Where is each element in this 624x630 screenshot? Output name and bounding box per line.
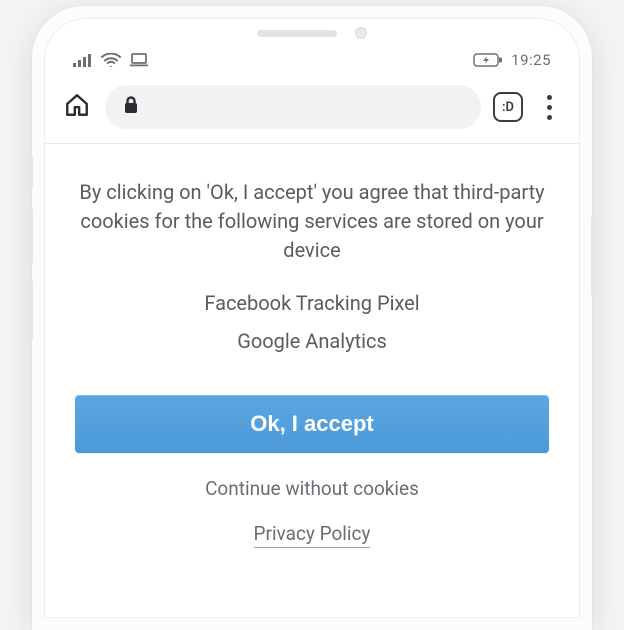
overflow-menu-button[interactable] [535, 91, 563, 124]
dots-icon [547, 95, 552, 100]
privacy-policy-link[interactable]: Privacy Policy [254, 522, 371, 548]
phone-camera [355, 27, 367, 39]
phone-power-button [591, 216, 596, 296]
wifi-icon [101, 53, 121, 67]
tabs-button[interactable]: :D [493, 92, 523, 122]
signal-icon [73, 53, 93, 67]
accept-button[interactable]: Ok, I accept [75, 395, 549, 453]
laptop-icon [129, 53, 149, 67]
phone-speaker [257, 30, 337, 37]
home-icon [64, 92, 90, 122]
consent-service-item: Google Analytics [75, 329, 549, 353]
phone-frame: 19:25 :D [32, 6, 592, 630]
dots-icon [547, 115, 552, 120]
status-bar: 19:25 [45, 47, 579, 77]
status-clock: 19:25 [511, 51, 551, 69]
phone-volume-up [28, 206, 33, 266]
dots-icon [547, 105, 552, 110]
consent-description: By clicking on 'Ok, I accept' you agree … [75, 178, 549, 265]
phone-side-button [28, 156, 33, 190]
battery-icon [473, 53, 503, 67]
phone-notch [45, 19, 579, 47]
phone-volume-down [28, 280, 33, 340]
tabs-count: :D [502, 100, 514, 115]
home-button[interactable] [61, 91, 93, 123]
cookie-consent-panel: By clicking on 'Ok, I accept' you agree … [45, 144, 579, 548]
phone-screen: 19:25 :D [44, 18, 580, 618]
lock-icon [123, 96, 139, 118]
consent-service-item: Facebook Tracking Pixel [75, 291, 549, 315]
address-bar[interactable] [105, 85, 481, 129]
browser-toolbar: :D [45, 77, 579, 144]
continue-without-cookies-link[interactable]: Continue without cookies [75, 477, 549, 500]
